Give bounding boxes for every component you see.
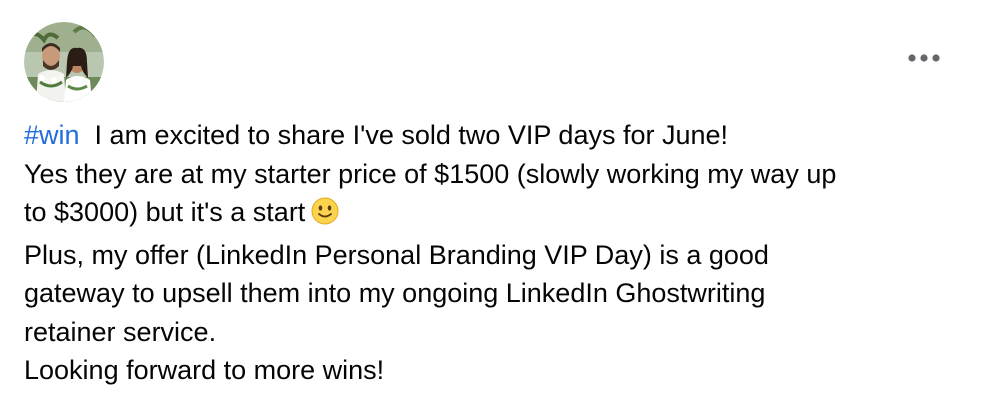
author-avatar[interactable] [24, 22, 104, 102]
post-line-1: #win I am excited to share I've sold two… [24, 116, 964, 155]
post-line-6: retainer service. [24, 316, 217, 347]
post-line-3-text: to $3000) but it's a start [24, 197, 306, 227]
post-line-1-text: I am excited to share I've sold two VIP … [94, 120, 729, 150]
post-text: #win I am excited to share I've sold two… [24, 116, 964, 390]
post-line-4: Plus, my offer (LinkedIn Personal Brandi… [24, 239, 769, 270]
profile-photo [24, 22, 104, 102]
more-options-button[interactable] [898, 40, 950, 76]
slightly-smiling-face-icon [311, 197, 339, 236]
hashtag-link[interactable]: #win [24, 120, 80, 150]
post-line-2: Yes they are at my starter price of $150… [24, 158, 837, 189]
post-line-7: Looking forward to more wins! [24, 355, 385, 385]
post-line-5: gateway to upsell them into my ongoing L… [24, 278, 766, 308]
post-line-3: to $3000) but it's a start [24, 193, 964, 236]
post-card: #win I am excited to share I've sold two… [0, 0, 984, 404]
more-options-icon [908, 54, 940, 62]
